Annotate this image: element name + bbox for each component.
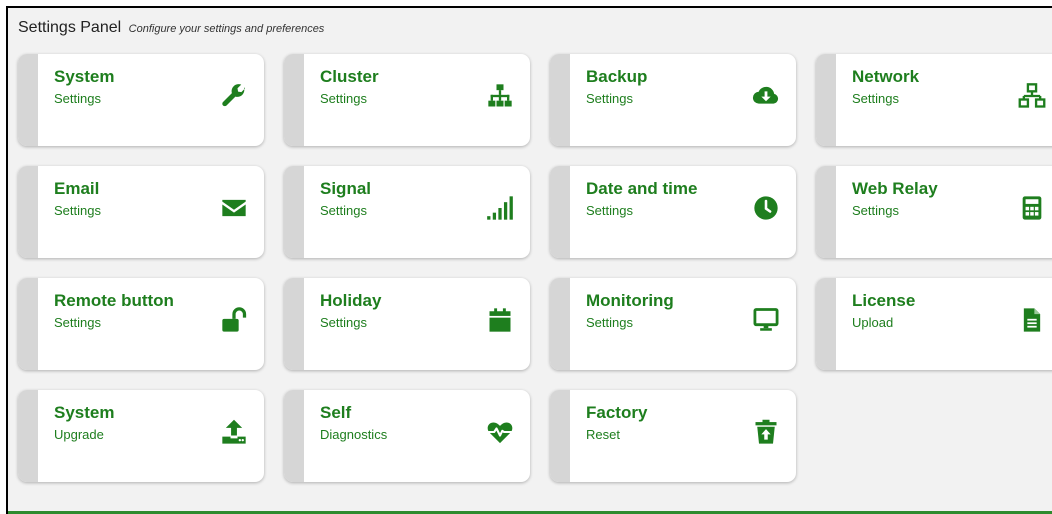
card-title: Self xyxy=(320,403,352,422)
card-system-settings[interactable]: System Settings xyxy=(18,54,264,146)
page-subtitle: Configure your settings and preferences xyxy=(128,23,325,35)
card-network-settings[interactable]: Network Settings xyxy=(816,54,1052,146)
card-stripe xyxy=(18,166,38,258)
card-system-upgrade[interactable]: System Upgrade xyxy=(18,390,264,482)
card-email-settings[interactable]: Email Settings xyxy=(18,166,264,258)
card-self-diagnostics[interactable]: Self Diagnostics xyxy=(284,390,530,482)
card-date-time-settings[interactable]: Date and time Settings xyxy=(550,166,796,258)
page-title: Settings Panel xyxy=(18,19,122,36)
card-cluster-settings[interactable]: Cluster Settings xyxy=(284,54,530,146)
card-title: Email xyxy=(54,179,100,198)
card-title: Holiday xyxy=(320,291,382,310)
card-stripe xyxy=(18,54,38,146)
card-subtitle: Settings xyxy=(320,203,367,218)
card-stripe xyxy=(816,278,836,370)
card-title: System xyxy=(54,403,115,422)
card-title: Monitoring xyxy=(586,291,674,310)
signal-bars-icon xyxy=(486,194,514,222)
card-subtitle: Reset xyxy=(586,427,620,442)
card-stripe xyxy=(284,166,304,258)
card-holiday-settings[interactable]: Holiday Settings xyxy=(284,278,530,370)
card-title: Remote button xyxy=(54,291,174,310)
calculator-icon xyxy=(1018,194,1046,222)
network-icon xyxy=(1018,82,1046,110)
card-title: Signal xyxy=(320,179,372,198)
card-subtitle: Settings xyxy=(54,203,101,218)
card-stripe xyxy=(18,390,38,482)
card-subtitle: Settings xyxy=(320,315,367,330)
card-subtitle: Settings xyxy=(586,203,633,218)
card-stripe xyxy=(550,390,570,482)
card-subtitle: Settings xyxy=(586,91,633,106)
envelope-icon xyxy=(220,194,248,222)
card-subtitle: Settings xyxy=(320,91,367,106)
card-remote-button-settings[interactable]: Remote button Settings xyxy=(18,278,264,370)
wrench-icon xyxy=(220,82,248,110)
monitor-icon xyxy=(752,306,780,334)
card-title: Factory xyxy=(586,403,648,422)
heartbeat-icon xyxy=(486,418,514,446)
card-stripe xyxy=(284,278,304,370)
card-stripe xyxy=(550,166,570,258)
card-stripe xyxy=(284,390,304,482)
calendar-icon xyxy=(486,306,514,334)
card-stripe xyxy=(550,54,570,146)
card-subtitle: Diagnostics xyxy=(320,427,388,442)
trash-restore-icon xyxy=(752,418,780,446)
cloud-download-icon xyxy=(752,82,780,110)
card-stripe xyxy=(18,278,38,370)
card-web-relay-settings[interactable]: Web Relay Settings xyxy=(816,166,1052,258)
card-subtitle: Settings xyxy=(586,315,633,330)
card-signal-settings[interactable]: Signal Settings xyxy=(284,166,530,258)
card-stripe xyxy=(816,54,836,146)
card-subtitle: Settings xyxy=(852,203,899,218)
card-monitoring-settings[interactable]: Monitoring Settings xyxy=(550,278,796,370)
panel-header: Settings Panel Configure your settings a… xyxy=(18,19,324,37)
card-title: Date and time xyxy=(586,179,698,198)
sitemap-icon xyxy=(486,82,514,110)
card-backup-settings[interactable]: Backup Settings xyxy=(550,54,796,146)
card-subtitle: Settings xyxy=(54,91,101,106)
unlock-icon xyxy=(220,306,248,334)
card-subtitle: Upgrade xyxy=(54,427,104,442)
card-title: Cluster xyxy=(320,67,379,86)
card-factory-reset[interactable]: Factory Reset xyxy=(550,390,796,482)
file-text-icon xyxy=(1018,306,1046,334)
card-title: License xyxy=(852,291,916,310)
settings-panel: Settings Panel Configure your settings a… xyxy=(6,6,1052,514)
card-title: Web Relay xyxy=(852,179,938,198)
card-title: Backup xyxy=(586,67,648,86)
card-stripe xyxy=(816,166,836,258)
card-subtitle: Settings xyxy=(852,91,899,106)
card-stripe xyxy=(284,54,304,146)
card-subtitle: Upload xyxy=(852,315,894,330)
clock-icon xyxy=(752,194,780,222)
card-subtitle: Settings xyxy=(54,315,101,330)
card-title: Network xyxy=(852,67,920,86)
card-stripe xyxy=(550,278,570,370)
upload-icon xyxy=(220,418,248,446)
card-license-upload[interactable]: License Upload xyxy=(816,278,1052,370)
card-title: System xyxy=(54,67,115,86)
